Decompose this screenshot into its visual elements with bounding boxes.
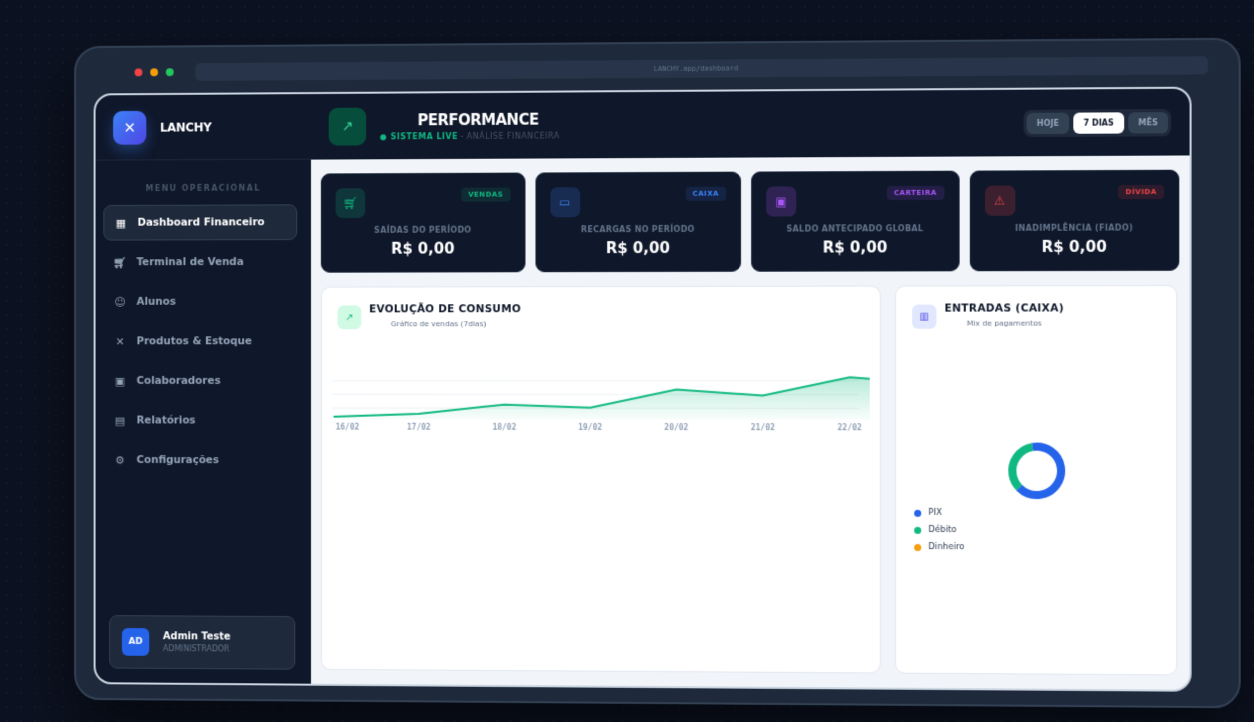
payment-legend: PIX Débito Dinheiro [914, 508, 964, 559]
legend-item: PIX [914, 508, 964, 518]
payment-donut-chart [1001, 435, 1072, 506]
utensils-icon: ✕ [113, 110, 146, 144]
consumo-chart: 16/02 17/02 18/02 19/02 20/02 21/02 22/02 [332, 345, 870, 445]
stat-card-vendas[interactable]: 🛒︎ VENDAS SAÍDAS DO PERÍODO R$ 0,00 [321, 173, 525, 273]
card-label: RECARGAS NO PERÍODO [536, 225, 740, 235]
legend-label: PIX [928, 508, 942, 518]
x-tick-label: 16/02 [336, 423, 360, 432]
brand-name: LANCHY [160, 120, 212, 134]
sidebar-item-configura-es[interactable]: ⚙ Configurações [103, 442, 297, 478]
users-icon: ☺ [113, 295, 127, 308]
card-badge: CARTEIRA [887, 186, 944, 200]
close-dot[interactable] [135, 68, 143, 76]
user-name: Admin Teste [163, 631, 231, 642]
card-label: SALDO ANTECIPADO GLOBAL [752, 224, 958, 234]
grid-icon: ▦ [114, 216, 128, 229]
cart-icon: 🛒︎ [336, 188, 366, 218]
bar-chart-icon: ▥ [912, 305, 936, 329]
sidebar-item-label: Alunos [137, 296, 176, 308]
trending-up-icon: ↗ [338, 305, 362, 329]
card-value: R$ 0,00 [752, 238, 958, 257]
card-badge: CAIXA [685, 187, 726, 201]
legend-dot [914, 543, 921, 550]
sidebar-item-label: Relatórios [137, 415, 196, 427]
sidebar-item-terminal-de-venda[interactable]: 🛒︎ Terminal de Venda [103, 244, 297, 280]
legend-item: Débito [914, 525, 964, 535]
sidebar-item-alunos[interactable]: ☺ Alunos [103, 284, 297, 320]
briefcase-icon: ▣ [113, 374, 127, 387]
page-subtitle: ● SISTEMA LIVE - ANÁLISE FINANCEIRA [380, 131, 560, 141]
card-badge: DÍVIDA [1118, 185, 1164, 199]
consumo-title: EVOLUÇÃO DE CONSUMO [369, 303, 521, 315]
legend-dot [914, 509, 921, 516]
avatar: AD [122, 628, 149, 656]
x-tick-label: 17/02 [407, 423, 431, 432]
browser-bar: LANCHY.app/dashboard [135, 54, 1208, 83]
subtitle-text: - ANÁLISE FINANCEIRA [460, 131, 559, 140]
app-screen: ✕ LANCHY MENU OPERACIONAL ▦ Dashboard Fin… [94, 87, 1192, 692]
x-tick-label: 20/02 [664, 423, 688, 432]
alert-icon: ⚠ [984, 186, 1014, 216]
consumo-panel: ↗ EVOLUÇÃO DE CONSUMO Gráfico de vendas … [321, 286, 881, 674]
cart-icon: 🛒︎ [113, 256, 127, 269]
url-bar[interactable]: LANCHY.app/dashboard [195, 56, 1208, 81]
menu-title: MENU OPERACIONAL [96, 183, 311, 193]
tab-m-s[interactable]: MÊS [1128, 112, 1168, 133]
minimize-dot[interactable] [150, 68, 158, 76]
page-title: PERFORMANCE [418, 111, 560, 130]
card-value: R$ 0,00 [970, 237, 1178, 256]
sidebar-item-label: Configurações [137, 454, 219, 466]
stat-card-caixa[interactable]: ▭ CAIXA RECARGAS NO PERÍODO R$ 0,00 [535, 172, 741, 273]
wallet-icon: ▣ [766, 186, 796, 216]
card-label: SAÍDAS DO PERÍODO [322, 225, 524, 235]
page-header: ↗ PERFORMANCE ● SISTEMA LIVE - ANÁLISE F… [311, 89, 1190, 160]
sidebar: ✕ LANCHY MENU OPERACIONAL ▦ Dashboard Fin… [96, 94, 311, 684]
x-tick-label: 18/02 [492, 423, 516, 432]
x-tick-label: 19/02 [578, 423, 602, 432]
card-badge: VENDAS [461, 188, 510, 202]
legend-dot [914, 526, 921, 533]
sidebar-nav: ▦ Dashboard Financeiro 🛒︎ Terminal de Venda… [96, 204, 311, 478]
sidebar-item-label: Terminal de Venda [137, 256, 244, 268]
credit-card-icon: ▭ [550, 187, 580, 217]
card-label: INADIMPLÊNCIA (FIADO) [970, 223, 1178, 233]
legend-label: Débito [928, 525, 956, 535]
sidebar-item-colaboradores[interactable]: ▣ Colaboradores [103, 363, 297, 399]
gear-icon: ⚙ [113, 454, 127, 467]
sidebar-item-label: Colaboradores [137, 375, 221, 387]
utensils-icon: ✕ [113, 335, 127, 348]
live-indicator: ● SISTEMA LIVE [380, 132, 458, 141]
tab-7-dias[interactable]: 7 DIAS [1073, 112, 1124, 133]
sidebar-item-label: Produtos & Estoque [137, 335, 252, 347]
sidebar-item-dashboard-financeiro[interactable]: ▦ Dashboard Financeiro [103, 204, 297, 240]
entradas-title: ENTRADAS (CAIXA) [944, 302, 1063, 314]
tablet-frame: LANCHY.app/dashboard ✕ LANCHY MENU OPERA… [74, 38, 1241, 709]
consumo-subtitle: Gráfico de vendas (7dias) [391, 319, 486, 328]
sidebar-item-relat-rios[interactable]: ▤ Relatórios [103, 403, 297, 439]
brand[interactable]: ✕ LANCHY [96, 94, 311, 161]
stat-card-carteira[interactable]: ▣ CARTEIRA SALDO ANTECIPADO GLOBAL R$ 0,00 [751, 171, 959, 272]
card-value: R$ 0,00 [536, 239, 740, 258]
user-card[interactable]: AD Admin Teste ADMINISTRADOR [109, 615, 295, 670]
sidebar-item-label: Dashboard Financeiro [138, 216, 265, 228]
stat-card-dívida[interactable]: ⚠ DÍVIDA INADIMPLÊNCIA (FIADO) R$ 0,00 [969, 170, 1179, 272]
legend-item: Dinheiro [914, 542, 964, 552]
entradas-panel: ▥ ENTRADAS (CAIXA) Mix de pagamentos PIX… [895, 285, 1177, 675]
maximize-dot[interactable] [166, 68, 174, 76]
period-tabs: HOJE 7 DIAS MÊS [1023, 109, 1171, 137]
tab-hoje[interactable]: HOJE [1027, 112, 1070, 133]
x-tick-label: 22/02 [838, 423, 862, 432]
sidebar-item-produtos-estoque[interactable]: ✕ Produtos & Estoque [103, 323, 297, 359]
entradas-subtitle: Mix de pagamentos [967, 319, 1042, 328]
trending-up-icon: ↗ [329, 108, 366, 146]
x-tick-label: 21/02 [751, 423, 775, 432]
card-value: R$ 0,00 [322, 239, 524, 257]
file-icon: ▤ [113, 414, 127, 427]
user-role: ADMINISTRADOR [163, 644, 231, 653]
stat-cards: 🛒︎ VENDAS SAÍDAS DO PERÍODO R$ 0,00 ▭ CAIXA RE… [321, 170, 1179, 273]
legend-label: Dinheiro [928, 542, 964, 552]
